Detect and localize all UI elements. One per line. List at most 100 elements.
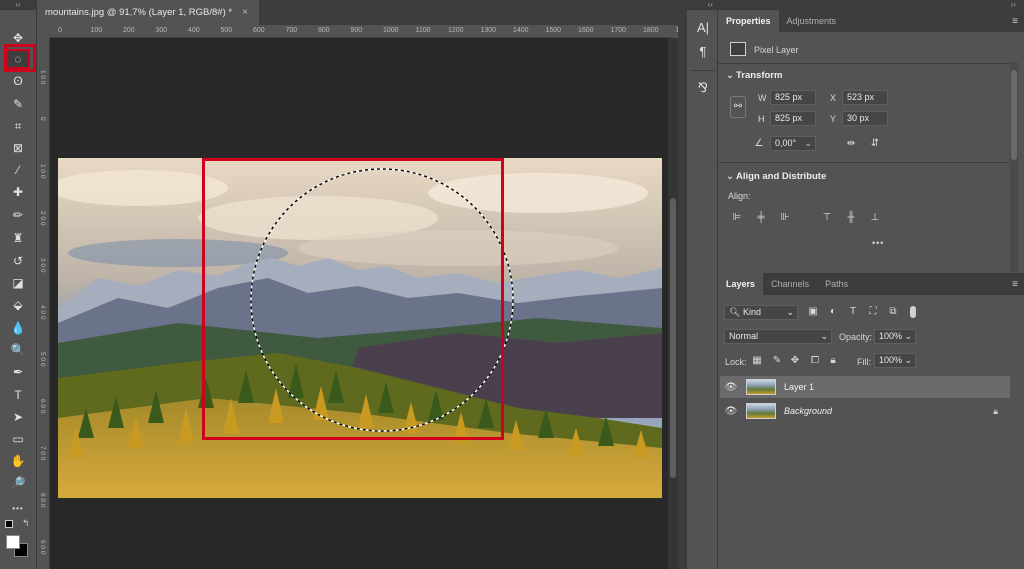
horizontal-ruler[interactable]: 0 100 200 300 400 500 600 700 800 900 1000 1100 1200… [50,25,687,38]
align-bottom-icon[interactable]: ⊥ [868,211,882,225]
clone-stamp-tool[interactable]: ♜ [6,228,30,248]
dodge-tool[interactable]: 🔍 [6,340,30,360]
elliptical-marquee-tool[interactable]: ◌ [6,49,30,69]
character-panel-button[interactable]: A| [694,20,712,38]
ruler-origin[interactable] [37,25,50,38]
align-title: Align and Distribute [736,171,827,182]
eye-icon[interactable]: 👁︎ [720,406,742,417]
align-vertical-center-icon[interactable]: ╫ [844,211,858,225]
height-field[interactable]: 825 px [770,111,816,126]
hand-tool[interactable]: ✋ [6,451,30,471]
rotation-field[interactable]: 0,00° ⌄ [770,136,816,151]
paragraph-panel-button[interactable]: ¶ [694,44,712,62]
path-selection-tool[interactable]: ➤ [6,407,30,427]
filter-shape-icon[interactable]: ⛶ [866,305,880,319]
layer-row-background[interactable]: 👁︎ Background 🔒︎ [720,400,1010,422]
more-tools[interactable]: ••• [6,498,30,518]
eyedropper-tool[interactable]: ⁄ [6,160,30,180]
chevron-down-icon: ⌄ [786,307,794,317]
quick-selection-tool[interactable]: ✎ [6,94,30,114]
tab-adjustments[interactable]: Adjustments [779,10,845,32]
swap-colors-icon[interactable]: ↰ [22,518,30,529]
y-field[interactable]: 30 px [842,111,888,126]
zoom-tool[interactable]: 🔎 [6,473,30,493]
properties-scrollbar[interactable] [1010,62,1018,272]
document-tab[interactable]: mountains.jpg @ 91,7% (Layer 1, RGB/8#) … [37,0,259,25]
tab-channels[interactable]: Channels [763,273,817,295]
glyphs-panel-button[interactable]: ⅋ [694,80,712,98]
eraser-tool[interactable]: ◪ [6,273,30,293]
align-left-icon[interactable]: ⊫ [730,211,744,225]
opacity-field[interactable]: 100% ⌄ [874,329,916,344]
filter-pixel-icon[interactable]: ▣ [806,305,820,319]
glyphs-icon: ⅋ [697,80,709,95]
vertical-ruler[interactable]: 1 0 0 0 1 0 0 2 0 0 3 0 0 4 0 0 5 0 0 6 0 0 7 0 … [37,38,50,569]
lasso-tool[interactable]: ʘ [6,71,30,91]
close-icon[interactable]: × [242,7,248,18]
ruler-tick-label: 1700 [610,27,627,34]
document-tab-bar: mountains.jpg @ 91,7% (Layer 1, RGB/8#) … [37,0,678,25]
scrollbar-thumb[interactable] [670,198,676,478]
blend-mode-select[interactable]: Normal ⌄ [724,329,832,344]
lock-transparent-icon[interactable]: ▦ [750,354,764,368]
lock-all-icon[interactable]: 🔒︎ [826,354,840,368]
canvas-vertical-scrollbar[interactable] [668,38,678,569]
tab-properties[interactable]: Properties [718,10,779,32]
chevron-down-icon: ⌄ [726,171,734,182]
collapse-toolbar-button[interactable]: ‹‹ [0,0,36,10]
flip-vertical-icon[interactable]: ⇵ [868,137,882,151]
filter-type-icon[interactable]: T [846,305,860,319]
tab-layers[interactable]: Layers [718,273,764,295]
align-horizontal-center-icon[interactable]: ╪ [754,211,768,225]
align-right-icon[interactable]: ⊪ [778,211,792,225]
fill-field[interactable]: 100% ⌄ [874,353,916,368]
mountain-image[interactable] [58,158,662,498]
blur-tool[interactable]: 💧 [6,318,30,338]
transform-section-header[interactable]: ⌄ Transform [726,70,782,81]
more-options-icon[interactable]: ••• [872,238,884,248]
type-tool[interactable]: T [6,385,30,405]
foreground-color-swatch[interactable] [6,535,20,549]
ruler-tick-label: 700 [285,27,298,34]
width-field[interactable]: 825 px [770,90,816,105]
history-brush-tool[interactable]: ↺ [6,251,30,271]
filter-toggle-icon[interactable] [910,306,916,318]
move-tool[interactable]: ✥ [6,28,30,48]
ruler-tick-label: 5 0 0 [39,352,46,367]
layers-menu-icon[interactable]: ≡ [1012,279,1018,290]
spot-healing-tool[interactable]: ✚ [6,182,30,202]
ruler-tick-label: 2 0 0 [39,211,46,226]
lock-position-icon[interactable]: ✥ [788,354,802,368]
layer-filter-kind-select[interactable]: 🔍︎ Kind ⌄ [724,305,798,320]
align-top-icon[interactable]: ⊤ [820,211,834,225]
x-field[interactable]: 523 px [842,90,888,105]
lock-label: Lock: [725,357,747,367]
lock-artboard-icon[interactable]: ⧠ [808,354,822,368]
layer-row-layer-1[interactable]: 👁︎ Layer 1 [720,376,1010,398]
scrollbar-thumb[interactable] [1011,70,1017,160]
default-colors-icon[interactable] [5,520,13,528]
flip-horizontal-icon[interactable]: ⇹ [844,137,858,151]
frame-tool[interactable]: ⊠ [6,138,30,158]
ruler-tick-label: 1500 [545,27,562,34]
layer-type-label: Pixel Layer [754,45,799,55]
collapse-dock-button[interactable]: ‹‹ [687,0,717,10]
ruler-tick-label: 100 [90,27,103,34]
brush-tool[interactable]: ✏ [6,205,30,225]
properties-menu-icon[interactable]: ≡ [1012,16,1018,27]
filter-adjustment-icon[interactable]: ◐ [826,305,840,319]
lock-image-icon[interactable]: ✎ [770,354,784,368]
width-label: W [758,93,767,103]
eye-icon[interactable]: 👁︎ [720,382,742,393]
paint-bucket-tool[interactable]: ⬙ [6,295,30,315]
pixel-layer-icon [730,42,746,56]
filter-smart-object-icon[interactable]: ⧉ [886,305,900,319]
pen-tool[interactable]: ✒ [6,362,30,382]
document-title: mountains.jpg @ 91,7% (Layer 1, RGB/8#) … [45,7,233,18]
align-section-header[interactable]: ⌄ Align and Distribute [726,171,826,182]
rectangle-tool[interactable]: ▭ [6,429,30,449]
link-dimensions-icon[interactable]: ⚯ [730,96,746,118]
tab-paths[interactable]: Paths [817,273,856,295]
crop-tool[interactable]: ⌗ [6,116,30,136]
collapse-right-panels-button[interactable]: ›› [718,0,1024,10]
